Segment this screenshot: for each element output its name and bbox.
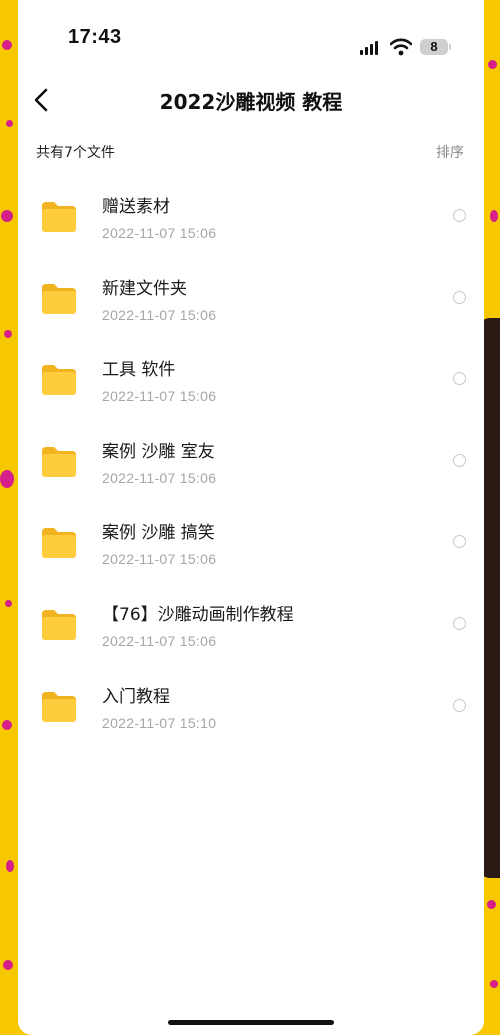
list-item[interactable]: 案例 沙雕 室友 2022-11-07 15:06 <box>18 425 484 507</box>
folder-icon <box>42 446 76 477</box>
file-name: 工具 软件 <box>102 360 176 381</box>
file-date: 2022-11-07 15:06 <box>102 306 217 323</box>
folder-icon <box>42 691 76 722</box>
list-item[interactable]: 赠送素材 2022-11-07 15:06 <box>18 180 484 262</box>
list-item[interactable]: 入门教程 2022-11-07 15:10 <box>18 670 484 752</box>
wifi-icon <box>390 38 412 56</box>
radio-icon[interactable] <box>453 209 466 222</box>
page-title: 2022沙雕视频 教程 <box>159 90 343 114</box>
radio-icon[interactable] <box>453 372 466 386</box>
folder-icon <box>42 609 76 640</box>
file-name: 新建文件夹 <box>102 278 187 299</box>
battery-icon: 8 <box>420 39 448 55</box>
file-date: 2022-11-07 15:06 <box>102 632 217 649</box>
home-indicator[interactable] <box>168 1020 334 1025</box>
file-date: 2022-11-07 15:10 <box>102 714 217 731</box>
folder-icon <box>42 202 76 232</box>
folder-icon <box>42 528 76 559</box>
list-item[interactable]: 案例 沙雕 搞笑 2022-11-07 15:06 <box>18 506 484 588</box>
file-count: 共有7个文件 <box>36 145 115 161</box>
file-date: 2022-11-07 15:06 <box>102 551 217 568</box>
file-date: 2022-11-07 15:06 <box>102 388 217 405</box>
file-name: 案例 沙雕 搞笑 <box>102 523 215 544</box>
file-list: 赠送素材 2022-11-07 15:06 新建文件夹 2022-11-07 1… <box>18 180 484 751</box>
file-name: 赠送素材 <box>102 197 170 217</box>
radio-icon[interactable] <box>453 453 466 467</box>
file-name: 入门教程 <box>102 686 170 707</box>
status-time: 17:43 <box>68 26 122 48</box>
file-date: 2022-11-07 15:06 <box>102 225 217 241</box>
phone-screen: 17:43 8 2022沙雕视频 教程 共有7个文件 排序 赠送素材 2022-… <box>18 0 484 1035</box>
signal-icon <box>360 41 380 55</box>
sort-button[interactable]: 排序 <box>436 142 464 162</box>
file-name: 【76】沙雕动画制作教程 <box>102 604 294 625</box>
folder-icon <box>42 283 76 314</box>
radio-icon[interactable] <box>453 616 466 630</box>
list-item[interactable]: 新建文件夹 2022-11-07 15:06 <box>18 262 484 344</box>
radio-icon[interactable] <box>453 698 466 712</box>
file-date: 2022-11-07 15:06 <box>102 469 217 486</box>
radio-icon[interactable] <box>453 535 466 549</box>
list-item[interactable]: 工具 软件 2022-11-07 15:06 <box>18 343 484 425</box>
folder-icon <box>42 365 76 396</box>
nav-bar: 2022沙雕视频 教程 <box>18 72 484 128</box>
list-header: 共有7个文件 排序 <box>18 128 484 180</box>
file-name: 案例 沙雕 室友 <box>102 441 215 462</box>
status-bar: 17:43 8 <box>18 0 484 72</box>
radio-icon[interactable] <box>453 290 466 304</box>
list-item[interactable]: 【76】沙雕动画制作教程 2022-11-07 15:06 <box>18 588 484 670</box>
battery-tip <box>449 44 451 50</box>
